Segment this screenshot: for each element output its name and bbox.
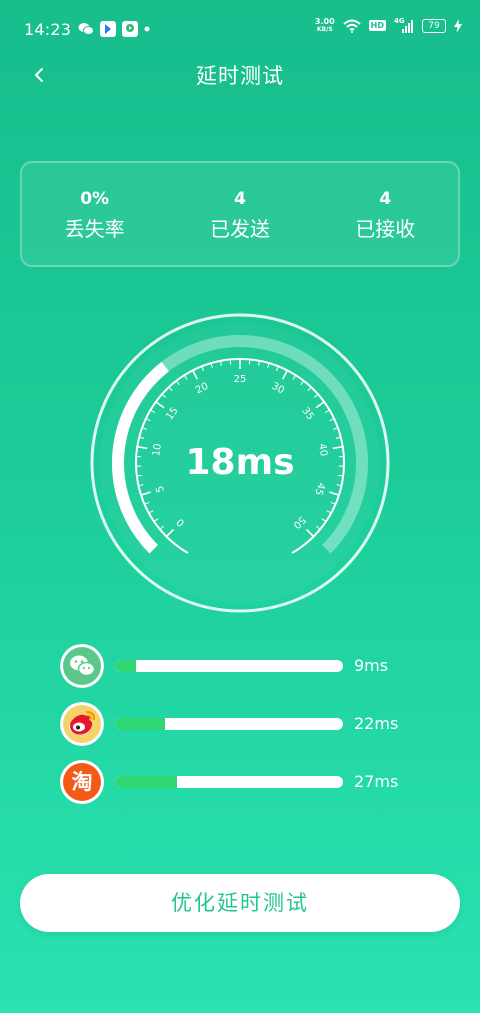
stat-value: 0% xyxy=(80,189,110,209)
latency-bar xyxy=(115,776,343,788)
status-time: 14:23 xyxy=(24,20,72,39)
signal-icon xyxy=(402,19,413,33)
stat-received: 4 已接收 xyxy=(313,163,458,265)
latency-bar-fill xyxy=(115,660,136,672)
signal-indicator: 4G xyxy=(394,17,414,33)
stat-label: 丢失率 xyxy=(64,217,125,241)
optimize-latency-button[interactable]: 优化延时测试 xyxy=(20,874,460,932)
latency-bar xyxy=(115,718,343,730)
latency-label: 22ms xyxy=(354,714,399,733)
network-speed-value: 3.00 xyxy=(314,17,335,26)
wechat-icon xyxy=(60,644,104,688)
taobao-icon-glyph: 淘 xyxy=(63,763,101,801)
status-indicators: 3.00 KB/S HD 4G 79 xyxy=(314,17,462,34)
charging-icon xyxy=(454,18,462,33)
weibo-icon xyxy=(60,702,104,746)
app-row-taobao: 淘 27ms xyxy=(60,760,460,804)
stat-value: 4 xyxy=(234,189,246,209)
taobao-icon: 淘 xyxy=(60,760,104,804)
latency-bar-fill xyxy=(115,718,166,730)
latency-label: 27ms xyxy=(354,772,399,791)
stat-label: 已接收 xyxy=(355,217,416,241)
latency-bar-fill xyxy=(115,776,177,788)
gauge-tick-label: 40 xyxy=(316,443,329,457)
battery-indicator: 79 xyxy=(422,18,446,33)
page-title: 延时测试 xyxy=(196,64,284,88)
video-notification-icon xyxy=(122,21,138,37)
gauge-minor-tick xyxy=(338,474,344,477)
latency-gauge: 0 5 10 15 20 25 30 35 40 45 50 18ms xyxy=(80,303,400,623)
gauge-tick-label: 10 xyxy=(151,443,164,457)
gauge-tick-label: 25 xyxy=(234,374,247,385)
status-bar: 14:23 3.00 KB/S HD 4G 79 xyxy=(0,0,480,60)
wifi-icon xyxy=(342,19,361,33)
stat-sent: 4 已发送 xyxy=(167,163,312,265)
network-speed: 3.00 KB/S xyxy=(314,17,335,34)
app-notification-icon xyxy=(100,21,116,37)
app-row-wechat: 9ms xyxy=(60,644,460,688)
gauge-dial: 05101520253035404550 xyxy=(90,313,390,613)
more-notifications-dot-icon xyxy=(144,26,150,32)
latency-bar xyxy=(115,660,343,672)
app-row-weibo: 22ms xyxy=(60,702,460,746)
stat-label: 已发送 xyxy=(209,217,270,241)
app-latency-list: 9ms 22ms 淘 27ms xyxy=(60,644,460,818)
gauge-minor-tick xyxy=(136,474,142,477)
stats-card: 0% 丢失率 4 已发送 4 已接收 xyxy=(20,161,460,267)
wechat-notification-icon xyxy=(78,23,94,35)
stat-loss-rate: 0% 丢失率 xyxy=(22,163,167,265)
notification-icons xyxy=(78,21,150,37)
stat-value: 4 xyxy=(379,189,392,209)
latency-label: 9ms xyxy=(354,656,389,675)
network-speed-unit: KB/S xyxy=(316,26,333,33)
hd-badge: HD xyxy=(368,20,386,31)
